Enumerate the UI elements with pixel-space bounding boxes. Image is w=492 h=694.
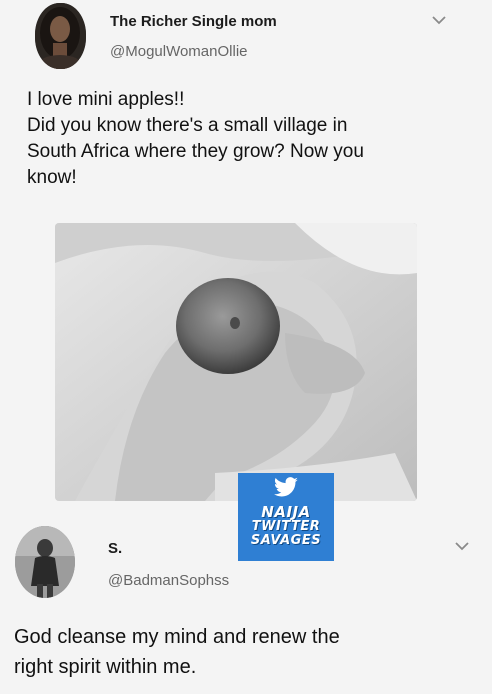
- tweet-text-line: I love mini apples!!: [27, 89, 185, 110]
- tweet-text-line: right spirit within me.: [14, 656, 197, 678]
- handle[interactable]: @BadmanSophss: [108, 572, 229, 589]
- photo-image: [55, 223, 417, 501]
- tweet-1: The Richer Single mom @MogulWomanOllie I…: [0, 0, 492, 200]
- tweet-text: God cleanse my mind and renew the right …: [14, 622, 484, 682]
- handle[interactable]: @MogulWomanOllie: [110, 43, 248, 60]
- tweet-text-line: God cleanse my mind and renew the: [14, 626, 340, 648]
- chevron-down-icon[interactable]: [455, 541, 469, 551]
- display-name[interactable]: The Richer Single mom: [110, 13, 277, 30]
- tweet-text: I love mini apples!! Did you know there'…: [27, 87, 467, 191]
- tweet-2: S. @BadmanSophss God cleanse my mind and…: [0, 500, 492, 694]
- avatar[interactable]: [35, 3, 86, 69]
- tweet-text-line: South Africa where they grow? Now you: [27, 141, 364, 162]
- tweet-text-line: know!: [27, 167, 77, 188]
- profile-photo-icon: [35, 3, 86, 69]
- tweet-text-line: Did you know there's a small village in: [27, 115, 348, 136]
- display-name[interactable]: S.: [108, 540, 122, 557]
- twitter-bird-icon: [274, 477, 298, 497]
- tweet-photo[interactable]: [55, 223, 417, 501]
- chevron-down-icon[interactable]: [432, 15, 446, 25]
- profile-photo-icon: [15, 526, 75, 598]
- avatar[interactable]: [15, 526, 75, 598]
